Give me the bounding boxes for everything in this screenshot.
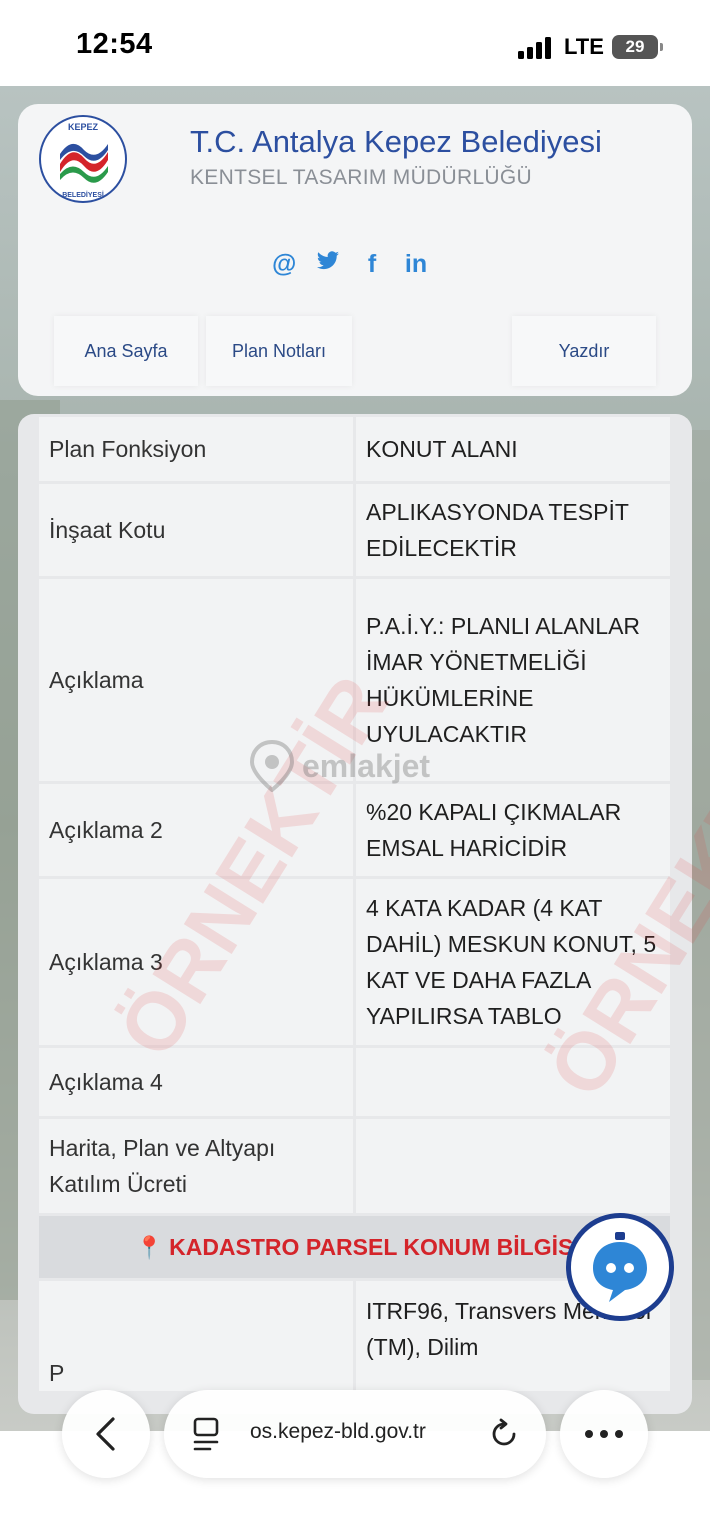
url-text: os.kepez-bld.gov.tr	[250, 1420, 426, 1443]
battery-icon: 29	[612, 35, 658, 59]
emlakjet-logo-icon	[250, 740, 294, 792]
table-row: İnşaat Kotu APLIKASYONDA TESPİT EDİLECEK…	[39, 484, 670, 576]
address-bar[interactable]: os.kepez-bld.gov.tr	[164, 1390, 546, 1478]
org-subtitle: KENTSEL TASARIM MÜDÜRLÜĞÜ	[190, 166, 532, 189]
email-icon[interactable]: @	[272, 250, 296, 279]
row-key: İnşaat Kotu	[39, 484, 353, 576]
row-key: Harita, Plan ve Altyapı Katılım Ücreti	[39, 1119, 353, 1213]
status-bar: 12:54 LTE 29	[0, 0, 710, 86]
chevron-left-icon	[96, 1417, 115, 1451]
linkedin-icon[interactable]: in	[404, 250, 428, 279]
social-links: @ f in	[272, 246, 428, 282]
facebook-icon[interactable]: f	[360, 250, 384, 279]
table-row: Açıklama 2 %20 KAPALI ÇIKMALAR EMSAL HAR…	[39, 784, 670, 876]
row-value: KONUT ALANI	[356, 417, 670, 481]
reload-icon[interactable]	[488, 1418, 520, 1450]
nav-plan-notes-button[interactable]: Plan Notları	[206, 316, 352, 386]
svg-text:KEPEZ: KEPEZ	[68, 122, 99, 132]
nav-print-button[interactable]: Yazdır	[512, 316, 656, 386]
row-key: Açıklama 4	[39, 1048, 353, 1116]
emlakjet-watermark: emlakjet	[250, 740, 430, 792]
chat-assistant-button[interactable]	[566, 1213, 674, 1321]
header-card: KEPEZ BELEDİYESİ T.C. Antalya Kepez Bele…	[18, 104, 692, 396]
watermark-text: emlakjet	[302, 747, 431, 784]
page-menu-icon[interactable]	[192, 1416, 222, 1452]
row-value: APLIKASYONDA TESPİT EDİLECEKTİR	[356, 484, 670, 576]
row-key: P	[39, 1281, 353, 1391]
table-row: Harita, Plan ve Altyapı Katılım Ücreti	[39, 1119, 670, 1213]
chat-bot-icon	[593, 1232, 647, 1302]
row-value	[356, 1119, 670, 1213]
back-button[interactable]	[62, 1390, 150, 1478]
table-row: Plan Fonksiyon KONUT ALANI	[39, 417, 670, 481]
twitter-icon[interactable]	[316, 250, 340, 279]
battery-level: 29	[625, 37, 645, 56]
org-title: T.C. Antalya Kepez Belediyesi	[190, 124, 602, 159]
network-label: LTE	[564, 34, 604, 59]
section-title: KADASTRO PARSEL KONUM BİLGİS	[169, 1233, 574, 1260]
signal-icon	[518, 37, 554, 59]
kepez-logo[interactable]: KEPEZ BELEDİYESİ	[38, 114, 128, 204]
location-pin-icon: 📍	[135, 1234, 164, 1260]
browser-toolbar: os.kepez-bld.gov.tr	[0, 1378, 710, 1486]
battery-cap	[660, 43, 663, 51]
more-options-button[interactable]	[560, 1390, 648, 1478]
row-key: Plan Fonksiyon	[39, 417, 353, 481]
row-value: %20 KAPALI ÇIKMALAR EMSAL HARİCİDİR	[356, 784, 670, 876]
more-icon	[585, 1430, 623, 1438]
svg-text:BELEDİYESİ: BELEDİYESİ	[62, 191, 104, 199]
status-time: 12:54	[76, 28, 153, 60]
nav-home-button[interactable]: Ana Sayfa	[54, 316, 198, 386]
